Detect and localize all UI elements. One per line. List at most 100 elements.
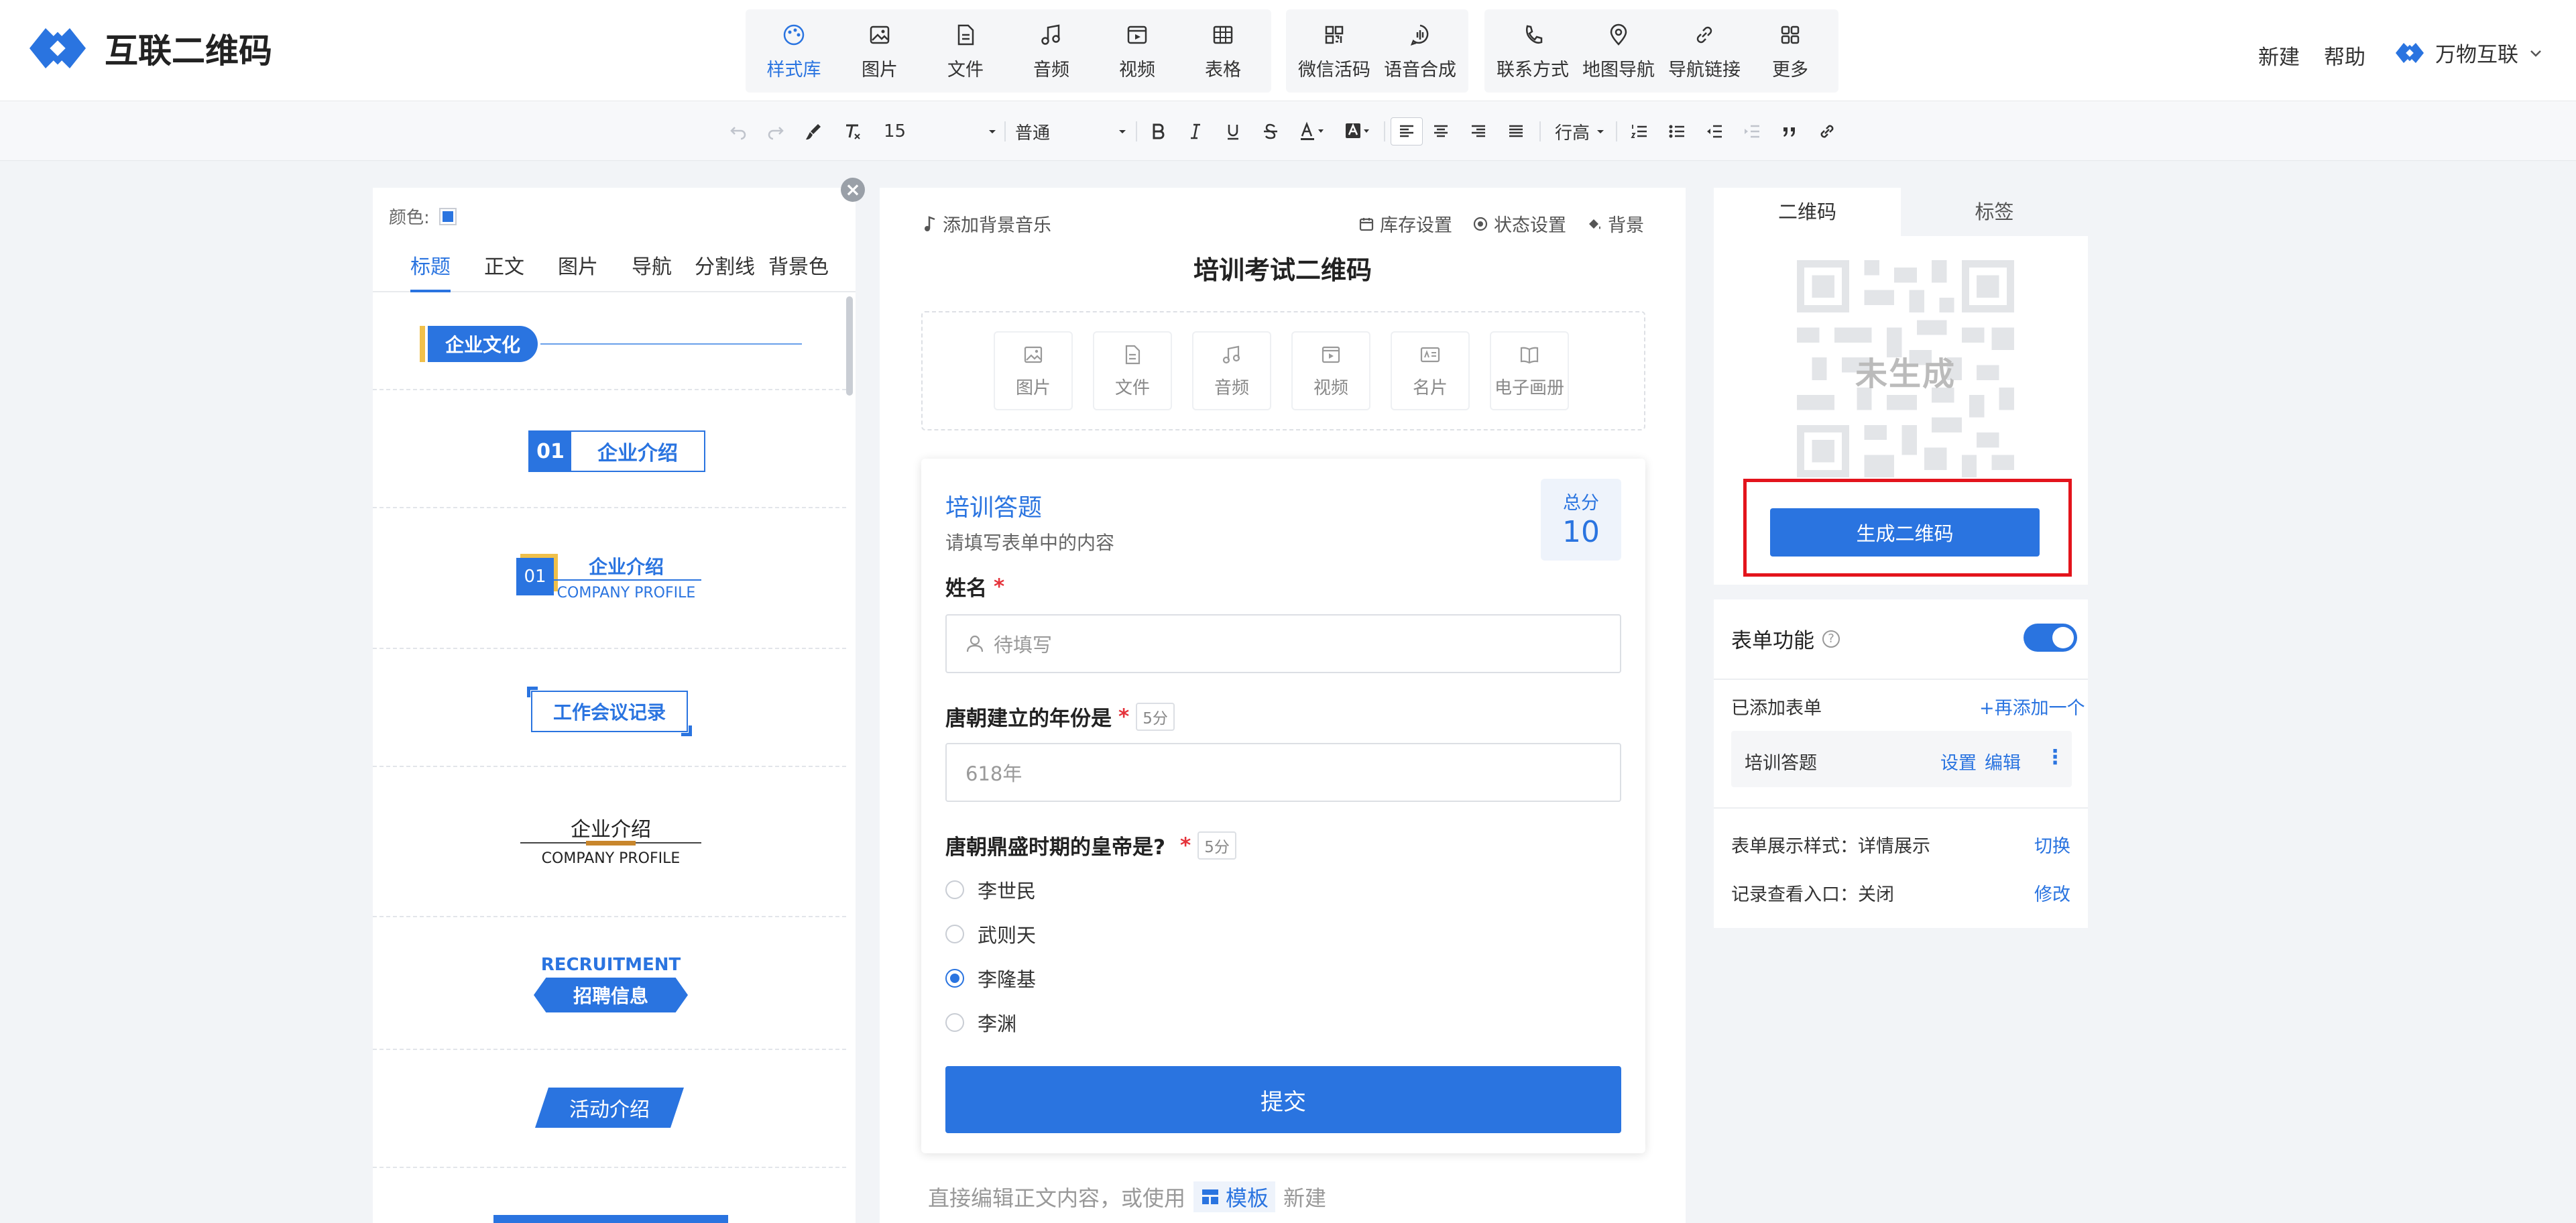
indent-button[interactable] <box>1741 117 1763 145</box>
insert-image-button[interactable]: 图片 <box>994 331 1073 410</box>
toolbar-video[interactable]: 视频 <box>1094 9 1180 93</box>
form-settings-link[interactable]: 设置 <box>1940 748 1977 774</box>
help-icon[interactable]: ? <box>1822 630 1840 648</box>
name-input[interactable]: 待填写 <box>945 614 1621 673</box>
new-button[interactable]: 新建 <box>2258 40 2300 70</box>
font-color-button[interactable] <box>1295 117 1330 145</box>
template-link[interactable]: 模板 <box>1193 1181 1276 1212</box>
points-badge: 5分 <box>1197 831 1236 860</box>
tab-divider[interactable]: 分割线 <box>695 249 755 292</box>
underline-button[interactable] <box>1222 117 1244 145</box>
insert-business-card-button[interactable]: 名片 <box>1391 331 1470 410</box>
align-left-button[interactable] <box>1391 117 1423 145</box>
align-right-button[interactable] <box>1467 117 1490 145</box>
italic-button[interactable] <box>1184 117 1207 145</box>
undo-button[interactable] <box>727 117 750 145</box>
style-card-8-partial[interactable] <box>493 1215 728 1223</box>
style-card-3[interactable]: 01 企业介绍 COMPANY PROFILE <box>373 508 846 649</box>
style-card-7[interactable]: 活动介绍 <box>373 1050 846 1168</box>
style-card-1[interactable]: 企业文化 <box>373 295 846 390</box>
insert-ebook-button[interactable]: 电子画册 <box>1490 331 1569 410</box>
insert-audio-button[interactable]: 音频 <box>1192 331 1271 410</box>
bullet-list-button[interactable] <box>1665 117 1688 145</box>
toolbar-nav-link[interactable]: 导航链接 <box>1661 9 1747 93</box>
strikethrough-button[interactable] <box>1259 117 1282 145</box>
style-card-5[interactable]: 企业介绍 COMPANY PROFILE <box>373 767 846 917</box>
qr-panel-tabs: 二维码 标签 <box>1714 188 2088 236</box>
style-card-subtitle: COMPANY PROFILE <box>557 585 696 601</box>
modify-record-entry-link[interactable]: 修改 <box>2034 880 2070 906</box>
ordered-list-button[interactable] <box>1628 117 1651 145</box>
tab-label[interactable]: 标签 <box>1901 188 2088 236</box>
toolbar-map-navigation[interactable]: 地图导航 <box>1576 9 1661 93</box>
background-color-button[interactable] <box>1341 117 1376 145</box>
year-input[interactable]: 618年 <box>945 743 1621 802</box>
align-left-icon <box>1400 125 1413 137</box>
style-card-4[interactable]: 工作会议记录 <box>373 649 846 767</box>
clear-format-button[interactable] <box>841 117 864 145</box>
outdent-button[interactable] <box>1703 117 1726 145</box>
more-options-icon[interactable]: ⋮ <box>2045 746 2065 769</box>
caret-down-icon <box>1597 130 1604 133</box>
close-panel-button[interactable]: × <box>841 178 865 202</box>
generate-qr-button[interactable]: 生成二维码 <box>1770 508 2040 557</box>
help-button[interactable]: 帮助 <box>2324 40 2365 70</box>
tab-qr-code[interactable]: 二维码 <box>1714 188 1901 236</box>
quote-button[interactable] <box>1778 117 1801 145</box>
accent-bar <box>420 326 425 362</box>
radio-option-3[interactable]: 李隆基 <box>945 964 1036 992</box>
template-icon <box>1202 1189 1219 1204</box>
paragraph-style-select[interactable]: 普通 <box>1015 117 1128 145</box>
tab-image[interactable]: 图片 <box>558 249 598 292</box>
toolbar-table[interactable]: 表格 <box>1180 9 1266 93</box>
switch-display-link[interactable]: 切换 <box>2034 831 2070 858</box>
format-toolbar: 15 普通 行高 <box>0 101 2576 161</box>
bold-button[interactable] <box>1147 117 1169 145</box>
palette-icon <box>783 24 805 45</box>
form-edit-link[interactable]: 编辑 <box>1985 748 2021 774</box>
tab-navigation[interactable]: 导航 <box>632 249 672 292</box>
style-card-6[interactable]: RECRUITMENT 招聘信息 <box>373 917 846 1050</box>
account-menu[interactable]: 万物互联 <box>2394 38 2544 68</box>
add-background-music-button[interactable]: 添加背景音乐 <box>923 211 1051 237</box>
toolbar-image[interactable]: 图片 <box>837 9 923 93</box>
tab-background-color[interactable]: 背景色 <box>768 249 829 292</box>
toolbar-audio[interactable]: 音频 <box>1008 9 1094 93</box>
inventory-settings-button[interactable]: 库存设置 <box>1358 211 1452 237</box>
toolbar-file[interactable]: 文件 <box>923 9 1008 93</box>
page-title[interactable]: 培训考试二维码 <box>880 249 1686 286</box>
submit-button[interactable]: 提交 <box>945 1066 1621 1133</box>
tab-body[interactable]: 正文 <box>484 249 524 292</box>
background-button[interactable]: 背景 <box>1586 211 1644 237</box>
status-settings-button[interactable]: 状态设置 <box>1472 211 1566 237</box>
form-function-toggle[interactable] <box>2024 624 2077 652</box>
justify-button[interactable] <box>1505 117 1527 145</box>
toolbar-more[interactable]: 更多 <box>1747 9 1833 93</box>
tab-title[interactable]: 标题 <box>410 249 451 292</box>
style-card-2[interactable]: 01 企业介绍 <box>373 390 846 508</box>
redo-button[interactable] <box>764 117 787 145</box>
style-list-scrollbar[interactable] <box>846 296 853 396</box>
font-size-select[interactable]: 15 <box>884 117 998 145</box>
divider <box>1616 121 1617 141</box>
line-height-select[interactable]: 行高 <box>1550 117 1611 145</box>
radio-option-1[interactable]: 李世民 <box>945 876 1036 904</box>
insert-file-button[interactable]: 文件 <box>1093 331 1172 410</box>
toolbar-wechat-live-code[interactable]: 微信活码 <box>1291 9 1377 93</box>
align-center-button[interactable] <box>1429 117 1452 145</box>
underline-icon <box>1228 125 1238 140</box>
radio-option-2[interactable]: 武则天 <box>945 920 1036 948</box>
align-center-icon <box>1434 125 1448 137</box>
divider <box>540 343 802 345</box>
format-painter-button[interactable] <box>802 117 825 145</box>
link-button[interactable] <box>1816 117 1838 145</box>
insert-video-button[interactable]: 视频 <box>1291 331 1370 410</box>
toolbar-style-library[interactable]: 样式库 <box>751 9 837 93</box>
add-another-form-link[interactable]: +再添加一个 <box>1979 693 2085 719</box>
style-card-title: 工作会议记录 <box>531 691 688 732</box>
toolbar-voice-synthesis[interactable]: 语音合成 <box>1377 9 1463 93</box>
radio-option-4[interactable]: 李渊 <box>945 1008 1016 1037</box>
toolbar-contact[interactable]: 联系方式 <box>1490 9 1576 93</box>
brand-logo[interactable]: 互联二维码 <box>25 24 272 72</box>
color-swatch[interactable] <box>438 207 457 225</box>
